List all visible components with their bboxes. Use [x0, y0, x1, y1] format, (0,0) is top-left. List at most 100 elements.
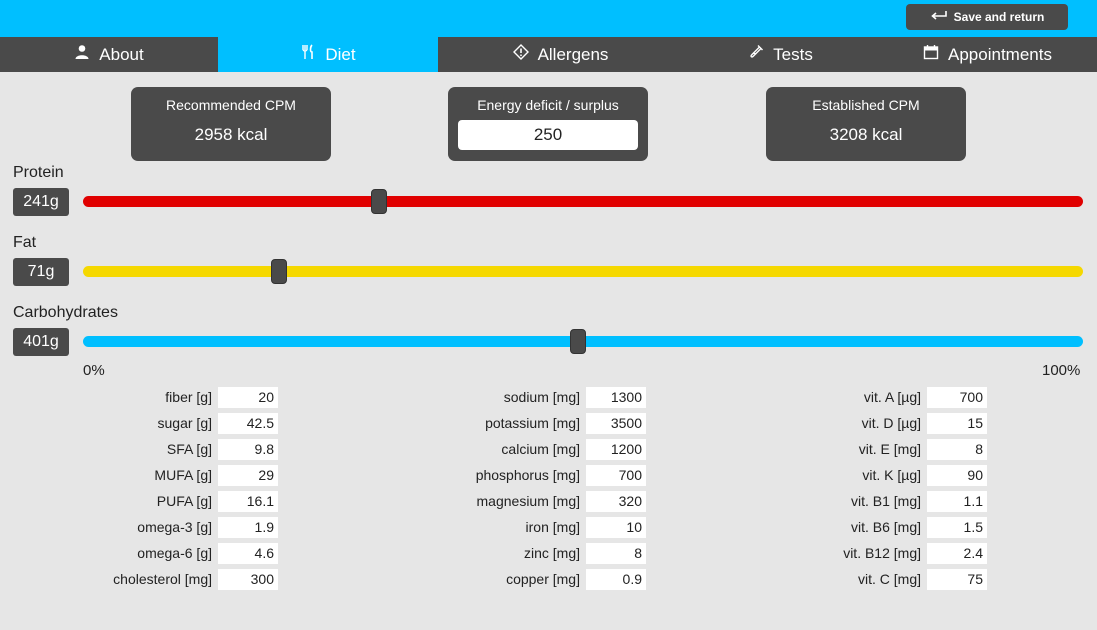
tab-about[interactable]: About	[0, 37, 218, 72]
test-tube-icon	[748, 44, 764, 65]
top-bar: Save and return	[0, 0, 1097, 37]
nutrient-row: zinc [mg]	[400, 540, 646, 566]
nutrient-input[interactable]	[927, 542, 987, 564]
nutrients-column-3: vit. A [µg] vit. D [µg] vit. E [mg] vit. K …	[760, 384, 987, 592]
nutrient-row: cholesterol [mg]	[40, 566, 278, 592]
nutrients-column-1: fiber [g] sugar [g] SFA [g] MUFA [g] PUFA [g…	[40, 384, 278, 592]
carbohydrates-label: Carbohydrates	[13, 304, 118, 321]
nutrient-label: omega-6 [g]	[137, 545, 212, 561]
nutrient-input[interactable]	[218, 438, 278, 460]
nutrient-input[interactable]	[586, 438, 646, 460]
nutrient-input[interactable]	[927, 568, 987, 590]
nutrient-row: sodium [mg]	[400, 384, 646, 410]
nutrient-label: cholesterol [mg]	[113, 571, 212, 587]
nutrient-input[interactable]	[586, 386, 646, 408]
warning-diamond-icon	[512, 44, 529, 65]
nutrient-input[interactable]	[218, 490, 278, 512]
tab-diet-label: Diet	[325, 44, 356, 64]
nutrient-input[interactable]	[927, 386, 987, 408]
nutrient-label: calcium [mg]	[501, 441, 580, 457]
energy-deficit-card: Energy deficit / surplus	[448, 87, 648, 161]
nutrient-input[interactable]	[586, 464, 646, 486]
nutrient-label: vit. B1 [mg]	[850, 493, 921, 509]
nutrient-label: magnesium [mg]	[476, 493, 580, 509]
nutrient-input[interactable]	[586, 490, 646, 512]
nutrient-label: sodium [mg]	[503, 389, 580, 405]
carbohydrates-slider-track[interactable]	[83, 329, 1083, 354]
tab-tests[interactable]: Tests	[683, 37, 878, 72]
nutrient-input[interactable]	[586, 568, 646, 590]
person-icon	[74, 44, 90, 65]
tab-tests-label: Tests	[773, 44, 813, 64]
nutrient-input[interactable]	[218, 516, 278, 538]
tab-appointments-label: Appointments	[948, 44, 1052, 64]
tab-about-label: About	[99, 44, 144, 64]
save-and-return-button[interactable]: Save and return	[906, 4, 1068, 30]
protein-value-badge: 241g	[13, 188, 69, 216]
nutrient-row: vit. B1 [mg]	[760, 488, 987, 514]
nutrient-input[interactable]	[927, 516, 987, 538]
nutrient-label: potassium [mg]	[485, 415, 580, 431]
nutrient-input[interactable]	[218, 464, 278, 486]
nutrient-input[interactable]	[586, 516, 646, 538]
calendar-icon	[923, 44, 939, 65]
fat-slider-handle[interactable]	[271, 259, 287, 284]
nutrient-row: omega-6 [g]	[40, 540, 278, 566]
fat-label: Fat	[13, 234, 37, 251]
tab-allergens-label: Allergens	[537, 44, 609, 64]
established-cpm-card: Established CPM 3208 kcal	[766, 87, 966, 161]
nutrient-input[interactable]	[586, 542, 646, 564]
nutrient-label: MUFA [g]	[154, 467, 212, 483]
nutrient-row: vit. B12 [mg]	[760, 540, 987, 566]
main-tabs: About Diet Allergens Tests Appointments	[0, 37, 1097, 72]
established-cpm-value: 3208 kcal	[829, 125, 903, 144]
energy-deficit-title: Energy deficit / surplus	[477, 97, 619, 113]
nutrients-column-2: sodium [mg] potassium [mg] calcium [mg] pho…	[400, 384, 646, 592]
nutrient-row: phosphorus [mg]	[400, 462, 646, 488]
established-cpm-title: Established CPM	[812, 97, 920, 113]
nutrient-row: magnesium [mg]	[400, 488, 646, 514]
fat-value-badge: 71g	[13, 258, 69, 286]
nutrient-row: vit. D [µg]	[760, 410, 987, 436]
nutrient-row: copper [mg]	[400, 566, 646, 592]
nutrient-input[interactable]	[218, 542, 278, 564]
nutrient-row: vit. E [mg]	[760, 436, 987, 462]
nutrient-label: copper [mg]	[506, 571, 580, 587]
nutrient-row: vit. B6 [mg]	[760, 514, 987, 540]
fork-knife-icon	[300, 44, 316, 65]
nutrient-row: PUFA [g]	[40, 488, 278, 514]
nutrient-label: PUFA [g]	[156, 493, 212, 509]
carbohydrates-slider-handle[interactable]	[570, 329, 586, 354]
protein-slider-handle[interactable]	[371, 189, 387, 214]
nutrient-label: vit. A [µg]	[863, 389, 921, 405]
nutrient-input[interactable]	[927, 438, 987, 460]
tab-appointments[interactable]: Appointments	[878, 37, 1097, 72]
nutrient-input[interactable]	[927, 490, 987, 512]
nutrient-label: vit. B6 [mg]	[850, 519, 921, 535]
nutrient-label: vit. E [mg]	[858, 441, 921, 457]
nutrient-label: vit. K [µg]	[862, 467, 921, 483]
tab-diet[interactable]: Diet	[218, 37, 438, 72]
nutrient-row: vit. A [µg]	[760, 384, 987, 410]
nutrient-input[interactable]	[218, 386, 278, 408]
recommended-cpm-card: Recommended CPM 2958 kcal	[131, 87, 331, 161]
nutrient-input[interactable]	[218, 568, 278, 590]
nutrient-input[interactable]	[218, 412, 278, 434]
nutrient-label: iron [mg]	[525, 519, 580, 535]
nutrient-label: fiber [g]	[165, 389, 212, 405]
energy-deficit-input[interactable]	[458, 120, 638, 150]
scale-max-label: 100%	[1042, 362, 1081, 379]
nutrient-row: vit. C [mg]	[760, 566, 987, 592]
save-and-return-label: Save and return	[953, 10, 1045, 24]
nutrient-row: vit. K [µg]	[760, 462, 987, 488]
nutrient-input[interactable]	[927, 412, 987, 434]
nutrient-input[interactable]	[586, 412, 646, 434]
recommended-cpm-title: Recommended CPM	[166, 97, 296, 113]
fat-slider-track[interactable]	[83, 259, 1083, 284]
tab-allergens[interactable]: Allergens	[438, 37, 683, 72]
protein-slider-track[interactable]	[83, 189, 1083, 214]
nutrient-label: SFA [g]	[166, 441, 212, 457]
nutrient-row: calcium [mg]	[400, 436, 646, 462]
nutrient-input[interactable]	[927, 464, 987, 486]
nutrient-label: vit. D [µg]	[861, 415, 921, 431]
